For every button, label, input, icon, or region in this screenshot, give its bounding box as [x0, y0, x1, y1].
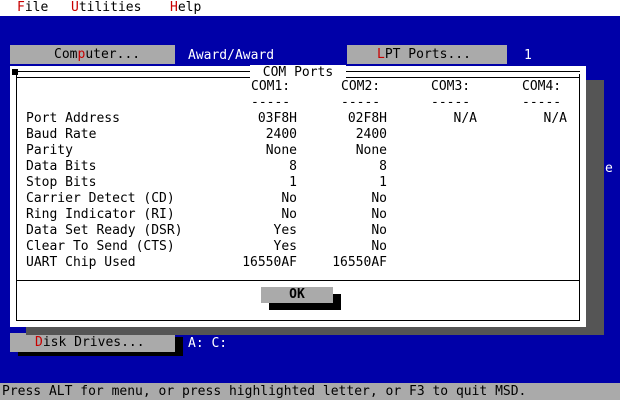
- row-label: Parity: [26, 143, 73, 158]
- cell-com1: No: [281, 207, 297, 222]
- disk-button-hotkey: D: [35, 335, 43, 350]
- dialog-frame-right: [579, 74, 580, 321]
- cell-com2: No: [371, 191, 387, 206]
- lpt-ports-button[interactable]: LPT Ports...: [347, 45, 507, 64]
- cell-com1: 1: [289, 175, 297, 190]
- col-header-com4: COM4:: [522, 79, 562, 94]
- cell-com2: No: [371, 207, 387, 222]
- menu-help-label: elp: [177, 0, 202, 15]
- row-label: Carrier Detect (CD): [26, 191, 175, 206]
- cell-com1: None: [265, 143, 297, 158]
- cell-com2: No: [371, 239, 387, 254]
- disk-value: A: C:: [188, 336, 228, 351]
- ok-button-shadow: [269, 303, 341, 310]
- disk-button-post: isk Drives...: [42, 335, 145, 350]
- col-sep-com1: -----: [251, 95, 291, 110]
- menu-file-hotkey: F: [17, 0, 25, 15]
- computer-button-pre: Com: [54, 47, 78, 62]
- cell-com2: 16550AF: [332, 255, 387, 270]
- cell-com3: N/A: [453, 111, 477, 126]
- right-edge-text: e: [605, 161, 613, 176]
- cell-com2: 02F8H: [347, 111, 387, 126]
- row-label: Ring Indicator (RI): [26, 207, 175, 222]
- lpt-value: 1: [524, 48, 532, 63]
- col-sep-com2: -----: [341, 95, 381, 110]
- dialog-frame-left: [16, 74, 17, 321]
- ok-button[interactable]: OK: [261, 287, 333, 303]
- row-label: Baud Rate: [26, 127, 97, 142]
- col-sep-com4: -----: [522, 95, 562, 110]
- lpt-button-post: PT Ports...: [384, 47, 471, 62]
- menu-help-hotkey: H: [170, 0, 178, 15]
- col-sep-com3: -----: [431, 95, 471, 110]
- cell-com1: No: [281, 191, 297, 206]
- col-header-com1: COM1:: [251, 79, 291, 94]
- row-label: Data Bits: [26, 159, 97, 174]
- dialog-shadow-right: [586, 80, 604, 335]
- cell-com4: N/A: [543, 111, 567, 126]
- menu-file[interactable]: File: [17, 0, 48, 16]
- row-label: UART Chip Used: [26, 255, 136, 270]
- menu-help[interactable]: Help: [170, 0, 201, 16]
- disk-drives-button[interactable]: Disk Drives...: [10, 333, 175, 352]
- col-header-com3: COM3:: [431, 79, 471, 94]
- menu-bar: File Utilities Help: [0, 0, 620, 16]
- cell-com2: No: [371, 223, 387, 238]
- dialog-shadow-bottom: [26, 327, 604, 335]
- row-label: Data Set Ready (DSR): [26, 223, 183, 238]
- cell-com1: Yes: [273, 239, 297, 254]
- row-label: Stop Bits: [26, 175, 97, 190]
- cell-com2: 8: [379, 159, 387, 174]
- cell-com1: 03F8H: [257, 111, 297, 126]
- com-ports-dialog: COM Ports COM1: COM2: COM3: COM4: ----- …: [10, 65, 586, 327]
- cell-com1: Yes: [273, 223, 297, 238]
- menu-utilities-label: tilities: [78, 0, 142, 15]
- lpt-button-hotkey: L: [377, 47, 385, 62]
- col-header-com2: COM2:: [341, 79, 381, 94]
- status-bar: Press ALT for menu, or press highlighted…: [0, 383, 620, 400]
- disk-button-shadow-bottom: [18, 352, 183, 356]
- cell-com1: 8: [289, 159, 297, 174]
- computer-value: Award/Award: [188, 48, 275, 63]
- menu-utilities-hotkey: U: [71, 0, 79, 15]
- cell-com2: 2400: [355, 127, 387, 142]
- computer-button[interactable]: Computer...: [10, 45, 175, 64]
- menu-file-label: ile: [24, 0, 49, 15]
- dialog-frame-bottom: [16, 320, 580, 321]
- ok-button-shadow-side: [333, 294, 341, 310]
- row-label: Port Address: [26, 111, 120, 126]
- dialog-divider: [16, 280, 580, 281]
- cell-com1: 2400: [265, 127, 297, 142]
- cell-com2: None: [355, 143, 387, 158]
- menu-utilities[interactable]: Utilities: [71, 0, 141, 16]
- cell-com2: 1: [379, 175, 387, 190]
- computer-button-post: uter...: [85, 47, 141, 62]
- cell-com1: 16550AF: [242, 255, 297, 270]
- row-label: Clear To Send (CTS): [26, 239, 175, 254]
